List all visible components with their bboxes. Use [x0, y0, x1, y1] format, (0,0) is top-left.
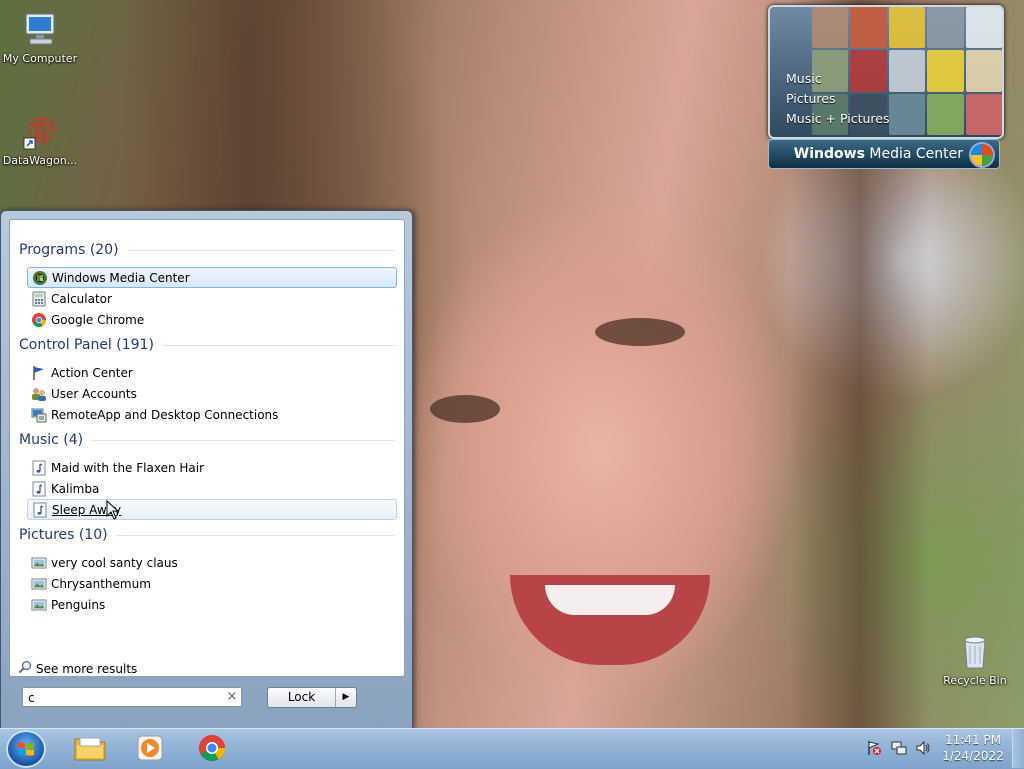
result-remoteapp[interactable]: RemoteApp and Desktop Connections [27, 404, 397, 425]
result-label: Calculator [51, 291, 112, 306]
start-menu: Programs (20) Windows Media Center Calcu… [0, 210, 413, 730]
desktop-icon-recycle-bin[interactable]: Recycle Bin [935, 632, 1015, 687]
lock-button[interactable]: Lock [268, 688, 336, 707]
result-user-accounts[interactable]: User Accounts [27, 383, 397, 404]
gadget-menu-pictures[interactable]: Pictures [786, 89, 890, 109]
result-sleep-away[interactable]: Sleep Away [27, 499, 397, 520]
start-search-input[interactable]: c [22, 687, 242, 707]
result-action-center[interactable]: Action Center [27, 362, 397, 383]
divider [126, 249, 395, 251]
taskbar-explorer-button[interactable] [68, 730, 112, 766]
see-more-label: See more results [36, 661, 138, 676]
group-header-label: Control Panel (191) [19, 337, 154, 353]
search-results-pane: Programs (20) Windows Media Center Calcu… [9, 219, 405, 677]
result-label: Chrysanthemum [51, 576, 151, 591]
group-header-programs[interactable]: Programs (20) [19, 242, 395, 258]
gadget-menu: Music Pictures Music + Pictures [786, 69, 890, 129]
shortcut-icon [23, 114, 57, 150]
gadget-bar-label-bold: Windows [793, 146, 865, 162]
group-header-label: Programs (20) [19, 242, 119, 258]
media-center-gadget[interactable]: Music Pictures Music + Pictures [768, 5, 1004, 139]
music-file-icon [31, 460, 47, 476]
group-header-music[interactable]: Music (4) [19, 432, 395, 448]
lock-split-button: Lock ▶ [267, 687, 357, 708]
computer-icon [25, 13, 55, 45]
wallpaper-teeth [545, 585, 675, 615]
image-file-icon [31, 576, 47, 592]
result-google-chrome[interactable]: Google Chrome [27, 309, 397, 330]
mouse-cursor-icon [106, 500, 120, 520]
action-center-flag-icon[interactable] [866, 740, 882, 756]
result-maid-with-the-flaxen-hair[interactable]: Maid with the Flaxen Hair [27, 457, 397, 478]
result-penguins[interactable]: Penguins [27, 594, 397, 615]
recycle-bin-icon [964, 636, 986, 669]
result-label: RemoteApp and Desktop Connections [51, 407, 279, 422]
users-icon [31, 386, 47, 402]
image-file-icon [31, 555, 47, 571]
result-very-cool-santy-claus[interactable]: very cool santy claus [27, 552, 397, 573]
media-player-icon [137, 735, 163, 761]
network-icon[interactable] [891, 740, 907, 756]
windows-logo-icon [18, 742, 34, 756]
image-file-icon [31, 597, 47, 613]
calculator-icon [31, 291, 47, 307]
gadget-menu-music[interactable]: Music [786, 69, 890, 89]
media-center-gadget-bar[interactable]: Windows Media Center [768, 139, 1000, 169]
see-more-results-link[interactable]: See more results [18, 660, 137, 677]
group-header-label: Pictures (10) [19, 527, 108, 543]
chrome-icon [31, 312, 47, 328]
result-calculator[interactable]: Calculator [27, 288, 397, 309]
gadget-bar-label: Media Center [864, 146, 963, 162]
windows-logo-icon [971, 144, 993, 166]
result-kalimba[interactable]: Kalimba [27, 478, 397, 499]
system-clock[interactable]: 11:41 PM 1/24/2022 [940, 732, 1006, 764]
result-label: Windows Media Center [52, 270, 190, 285]
power-options-arrow-icon[interactable]: ▶ [336, 688, 356, 707]
divider [115, 534, 395, 536]
result-label: Maid with the Flaxen Hair [51, 460, 205, 475]
divider [161, 344, 395, 346]
result-label: Kalimba [51, 481, 100, 496]
volume-icon[interactable] [915, 740, 931, 756]
result-windows-media-center[interactable]: Windows Media Center [27, 267, 397, 288]
desktop-icon-my-computer[interactable]: My Computer [0, 10, 80, 65]
taskbar-media-player-button[interactable] [128, 730, 172, 766]
group-header-pictures[interactable]: Pictures (10) [19, 527, 395, 543]
start-button[interactable] [6, 730, 46, 768]
remote-desktop-icon [31, 407, 47, 423]
desktop-icon-label: My Computer [2, 52, 78, 65]
wallpaper-eye-right [430, 395, 500, 423]
taskbar-chrome-button[interactable] [190, 730, 234, 766]
wallpaper-eye-left [595, 318, 685, 346]
flag-icon [31, 365, 47, 381]
show-desktop-button[interactable] [1012, 729, 1024, 768]
gadget-menu-music-pictures[interactable]: Music + Pictures [786, 109, 890, 129]
result-label: Action Center [51, 365, 133, 380]
search-icon [18, 660, 32, 677]
music-file-icon [32, 502, 48, 518]
clear-search-icon[interactable]: × [225, 689, 239, 705]
clock-date: 1/24/2022 [942, 749, 1004, 763]
clock-time: 11:41 PM [945, 733, 1001, 747]
result-chrysanthemum[interactable]: Chrysanthemum [27, 573, 397, 594]
desktop-icon-datawagon[interactable]: DataWagon... [0, 112, 80, 167]
desktop-icon-label: Recycle Bin [943, 674, 1007, 687]
music-file-icon [31, 481, 47, 497]
chrome-icon [198, 734, 226, 762]
divider [91, 439, 395, 441]
result-label: Penguins [51, 597, 106, 612]
group-header-control-panel[interactable]: Control Panel (191) [19, 337, 395, 353]
result-label: User Accounts [51, 386, 137, 401]
media-center-icon [32, 270, 48, 286]
group-header-label: Music (4) [19, 432, 84, 448]
desktop-icon-label: DataWagon... [2, 154, 78, 167]
explorer-icon [74, 737, 106, 761]
result-label: Google Chrome [51, 312, 145, 327]
result-label: very cool santy claus [51, 555, 178, 570]
